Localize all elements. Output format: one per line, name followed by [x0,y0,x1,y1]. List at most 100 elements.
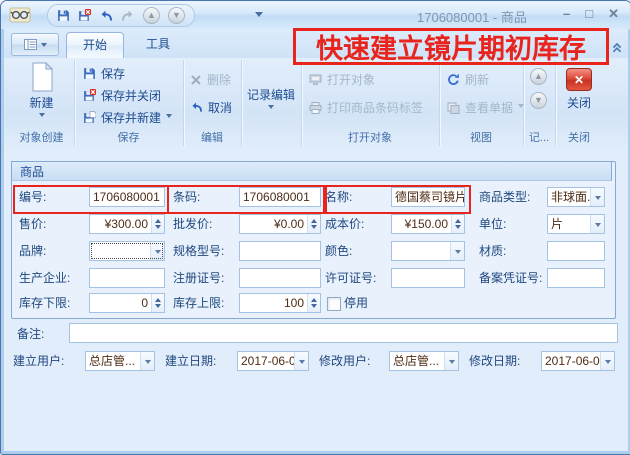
view-doc-button[interactable]: 查看单据 [444,98,527,117]
ribbon-group-record-nav: ▲ ▼ 记... [523,60,556,146]
annotation-banner: 快速建立镜片期初库存 [293,28,609,65]
barcode-label: 条码: [173,187,200,207]
spinner[interactable] [307,215,320,233]
application-menu-button[interactable] [11,33,59,56]
dropdown-button[interactable] [600,352,614,370]
stock-min-label: 库存下限: [19,293,70,313]
dropdown-button[interactable] [150,242,164,260]
new-button-label: 新建 [29,94,53,111]
created-date-dropdown[interactable]: 2017-06-0 [237,351,309,371]
redo-icon[interactable] [121,10,135,22]
modified-date-label: 修改日期: [469,351,520,371]
ribbon-group-open: 打开对象 打印商品条码标签 打开对象 [301,60,440,146]
wholesale-price-field[interactable]: ¥0.00 [239,214,321,234]
material-label: 材质: [479,241,506,261]
delete-button[interactable]: 删除 [187,70,234,89]
dropdown-button[interactable] [450,242,464,260]
print-barcode-label: 打印商品条码标签 [327,99,423,116]
spinner[interactable] [151,215,164,233]
maximize-button[interactable]: □ [585,6,593,22]
code-field[interactable]: 1706080001 [89,187,165,207]
created-user-dropdown[interactable]: 总店管... [85,351,155,371]
record-edit-button[interactable]: 记录编辑 [241,86,301,112]
open-object-icon [309,74,322,85]
cost-price-field[interactable]: ¥150.00 [391,214,465,234]
ribbon-group-edit: 删除 取消 编辑 [183,60,242,146]
save-close-icon[interactable] [78,9,91,22]
view-doc-icon [447,102,460,114]
tab-start[interactable]: 开始 [66,32,124,58]
manufacturer-label: 生产企业: [19,268,70,288]
sale-price-label: 售价: [19,214,46,234]
new-button[interactable]: 新建 [9,62,74,120]
stock-min-field[interactable]: 0 [89,293,165,313]
delete-x-icon [190,74,202,86]
cancel-label: 取消 [208,99,232,116]
print-barcode-button[interactable]: 打印商品条码标签 [306,98,426,117]
group-caption-create: 对象创建 [9,129,74,145]
tab-tools[interactable]: 工具 [130,32,186,57]
next-record-icon[interactable]: ▼ [168,7,185,24]
spinner[interactable] [307,294,320,312]
license-no-field[interactable] [391,268,465,288]
disable-checkbox[interactable] [327,297,341,311]
save-button[interactable]: 保存 [80,64,128,83]
qat-customize-icon[interactable] [255,12,263,21]
reg-no-field[interactable] [239,268,321,288]
refresh-button[interactable]: 刷新 [444,70,492,89]
type-dropdown[interactable]: 非球面... [547,187,605,207]
barcode-field[interactable]: 1706080001 [239,187,321,207]
dropdown-button[interactable] [140,352,154,370]
record-up-icon[interactable]: ▲ [530,68,547,85]
save-close-button[interactable]: 保存并关闭 [80,86,164,105]
save-icon[interactable] [57,9,70,22]
spinner[interactable] [451,215,464,233]
record-no-field[interactable] [547,268,605,288]
previous-record-icon[interactable]: ▲ [143,7,160,24]
save-new-button[interactable]: 保存并新建 [80,108,175,127]
color-dropdown[interactable] [391,241,465,261]
close-window-button[interactable]: ✕ 关闭 [555,68,603,111]
dropdown-button[interactable] [590,188,604,206]
undo-icon[interactable] [99,10,113,22]
dropdown-button[interactable] [590,215,604,233]
unit-label: 单位: [479,214,506,234]
modified-date-dropdown[interactable]: 2017-06-0 [541,351,615,371]
spinner[interactable] [151,294,164,312]
record-down-icon[interactable]: ▼ [530,92,547,109]
close-button[interactable]: ✕ [608,6,619,22]
chevron-down-icon [41,43,47,50]
modified-user-dropdown[interactable]: 总店管... [389,351,459,371]
open-object-label: 打开对象 [327,71,375,88]
refresh-icon [447,73,460,86]
quick-access-toolbar: ▲ ▼ [47,4,195,27]
unit-dropdown[interactable]: 片 [547,214,605,234]
ribbon-group-save: 保存 保存并关闭 保存并新建 保存 [74,60,184,146]
refresh-label: 刷新 [465,71,489,88]
stock-max-field[interactable]: 100 [239,293,321,313]
chevron-down-icon [268,105,274,112]
delete-label: 删除 [207,71,231,88]
dropdown-button[interactable] [444,352,458,370]
brand-dropdown[interactable] [89,241,165,261]
license-no-label: 许可证号: [325,268,376,288]
modified-user-label: 修改用户: [319,351,370,371]
remark-label: 备注: [17,324,44,344]
minimize-button[interactable]: – [563,6,570,22]
created-date-label: 建立日期: [165,351,216,371]
dropdown-button[interactable] [294,352,308,370]
group-caption-open: 打开对象 [301,129,439,145]
spec-field[interactable] [239,241,321,261]
remark-field[interactable] [69,323,618,343]
manufacturer-field[interactable] [89,268,165,288]
name-field[interactable]: 德国蔡司镜片 [391,187,465,207]
brand-label: 品牌: [19,241,46,261]
material-field[interactable] [547,241,605,261]
open-object-button[interactable]: 打开对象 [306,70,378,89]
created-user-label: 建立用户: [13,351,64,371]
cancel-button[interactable]: 取消 [187,98,235,117]
collapse-ribbon-icon[interactable] [611,41,623,53]
code-label: 编号: [19,187,46,207]
sale-price-field[interactable]: ¥300.00 [89,214,165,234]
spec-label: 规格型号: [173,241,224,261]
